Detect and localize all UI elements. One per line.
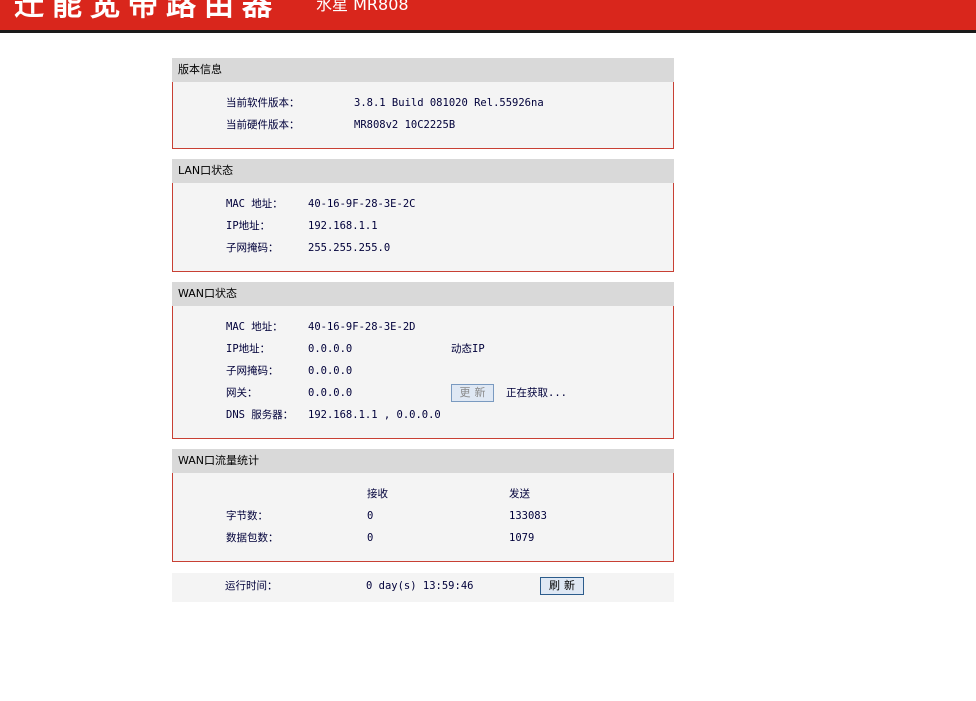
refresh-button[interactable]: 刷新 xyxy=(540,577,584,595)
version-info-panel: 版本信息 当前软件版本： 3.8.1 Build 081020 Rel.5592… xyxy=(172,58,674,149)
lan-status-body: MAC 地址： 40-16-9F-28-3E-2C IP地址： 192.168.… xyxy=(172,183,674,272)
wan-dns-label: DNS 服务器： xyxy=(226,409,294,421)
wan-ip-label: IP地址： xyxy=(226,343,271,355)
uptime-row: 运行时间： 0 day(s) 13:59:46 刷新 xyxy=(172,573,674,602)
lan-status-title: LAN口状态 xyxy=(172,159,674,183)
wan-traffic-title: WAN口流量统计 xyxy=(172,449,674,473)
lan-mask-value: 255.255.255.0 xyxy=(308,242,391,254)
traffic-packets-recv: 0 xyxy=(367,532,374,544)
wan-status-body: MAC 地址： 40-16-9F-28-3E-2D IP地址： 0.0.0.0 … xyxy=(172,306,674,439)
lan-ip-value: 192.168.1.1 xyxy=(308,220,378,232)
traffic-bytes-send: 133083 xyxy=(509,510,547,522)
traffic-bytes-recv: 0 xyxy=(367,510,374,522)
wan-dns-value: 192.168.1.1 , 0.0.0.0 xyxy=(308,409,441,421)
wan-status-title: WAN口状态 xyxy=(172,282,674,306)
traffic-bytes-label: 字节数： xyxy=(226,510,268,522)
traffic-packets-send: 1079 xyxy=(509,532,535,544)
lan-status-panel: LAN口状态 MAC 地址： 40-16-9F-28-3E-2C IP地址： 1… xyxy=(172,159,674,272)
header-title: 迁能宽带路由器 xyxy=(14,0,280,23)
wan-gateway-label: 网关： xyxy=(226,387,258,399)
traffic-packets-label: 数据包数： xyxy=(226,532,279,544)
wan-traffic-body: 接收 发送 字节数： 0 133083 数据包数： 0 1079 xyxy=(172,473,674,562)
uptime-label: 运行时间： xyxy=(225,580,278,592)
lan-mac-value: 40-16-9F-28-3E-2C xyxy=(308,198,416,210)
wan-status-text: 正在获取... xyxy=(506,387,567,399)
uptime-value: 0 day(s) 13:59:46 xyxy=(366,580,474,592)
header-banner: 迁能宽带路由器 水星 MR808 xyxy=(0,0,976,33)
traffic-send-header: 发送 xyxy=(509,488,530,500)
lan-mac-label: MAC 地址： xyxy=(226,198,283,210)
version-info-body: 当前软件版本： 3.8.1 Build 081020 Rel.55926na 当… xyxy=(172,82,674,149)
wan-mask-label: 子网掩码： xyxy=(226,365,279,377)
lan-mask-label: 子网掩码： xyxy=(226,242,279,254)
version-info-title: 版本信息 xyxy=(172,58,674,82)
wan-mask-value: 0.0.0.0 xyxy=(308,365,353,377)
hardware-version-value: MR808v2 10C2225B xyxy=(354,119,456,131)
software-version-label: 当前软件版本： xyxy=(226,97,300,109)
wan-mac-label: MAC 地址： xyxy=(226,321,283,333)
wan-traffic-panel: WAN口流量统计 接收 发送 字节数： 0 133083 数据包数： 0 107… xyxy=(172,449,674,562)
traffic-recv-header: 接收 xyxy=(367,488,388,500)
wan-ip-type: 动态IP xyxy=(451,343,485,355)
header-model: 水星 MR808 xyxy=(316,0,409,14)
hardware-version-label: 当前硬件版本： xyxy=(226,119,300,131)
wan-status-panel: WAN口状态 MAC 地址： 40-16-9F-28-3E-2D IP地址： 0… xyxy=(172,282,674,439)
wan-mac-value: 40-16-9F-28-3E-2D xyxy=(308,321,416,333)
lan-ip-label: IP地址： xyxy=(226,220,271,232)
software-version-value: 3.8.1 Build 081020 Rel.55926na xyxy=(354,97,544,109)
update-button[interactable]: 更新 xyxy=(451,384,494,402)
wan-gateway-value: 0.0.0.0 xyxy=(308,387,353,399)
wan-ip-value: 0.0.0.0 xyxy=(308,343,353,355)
